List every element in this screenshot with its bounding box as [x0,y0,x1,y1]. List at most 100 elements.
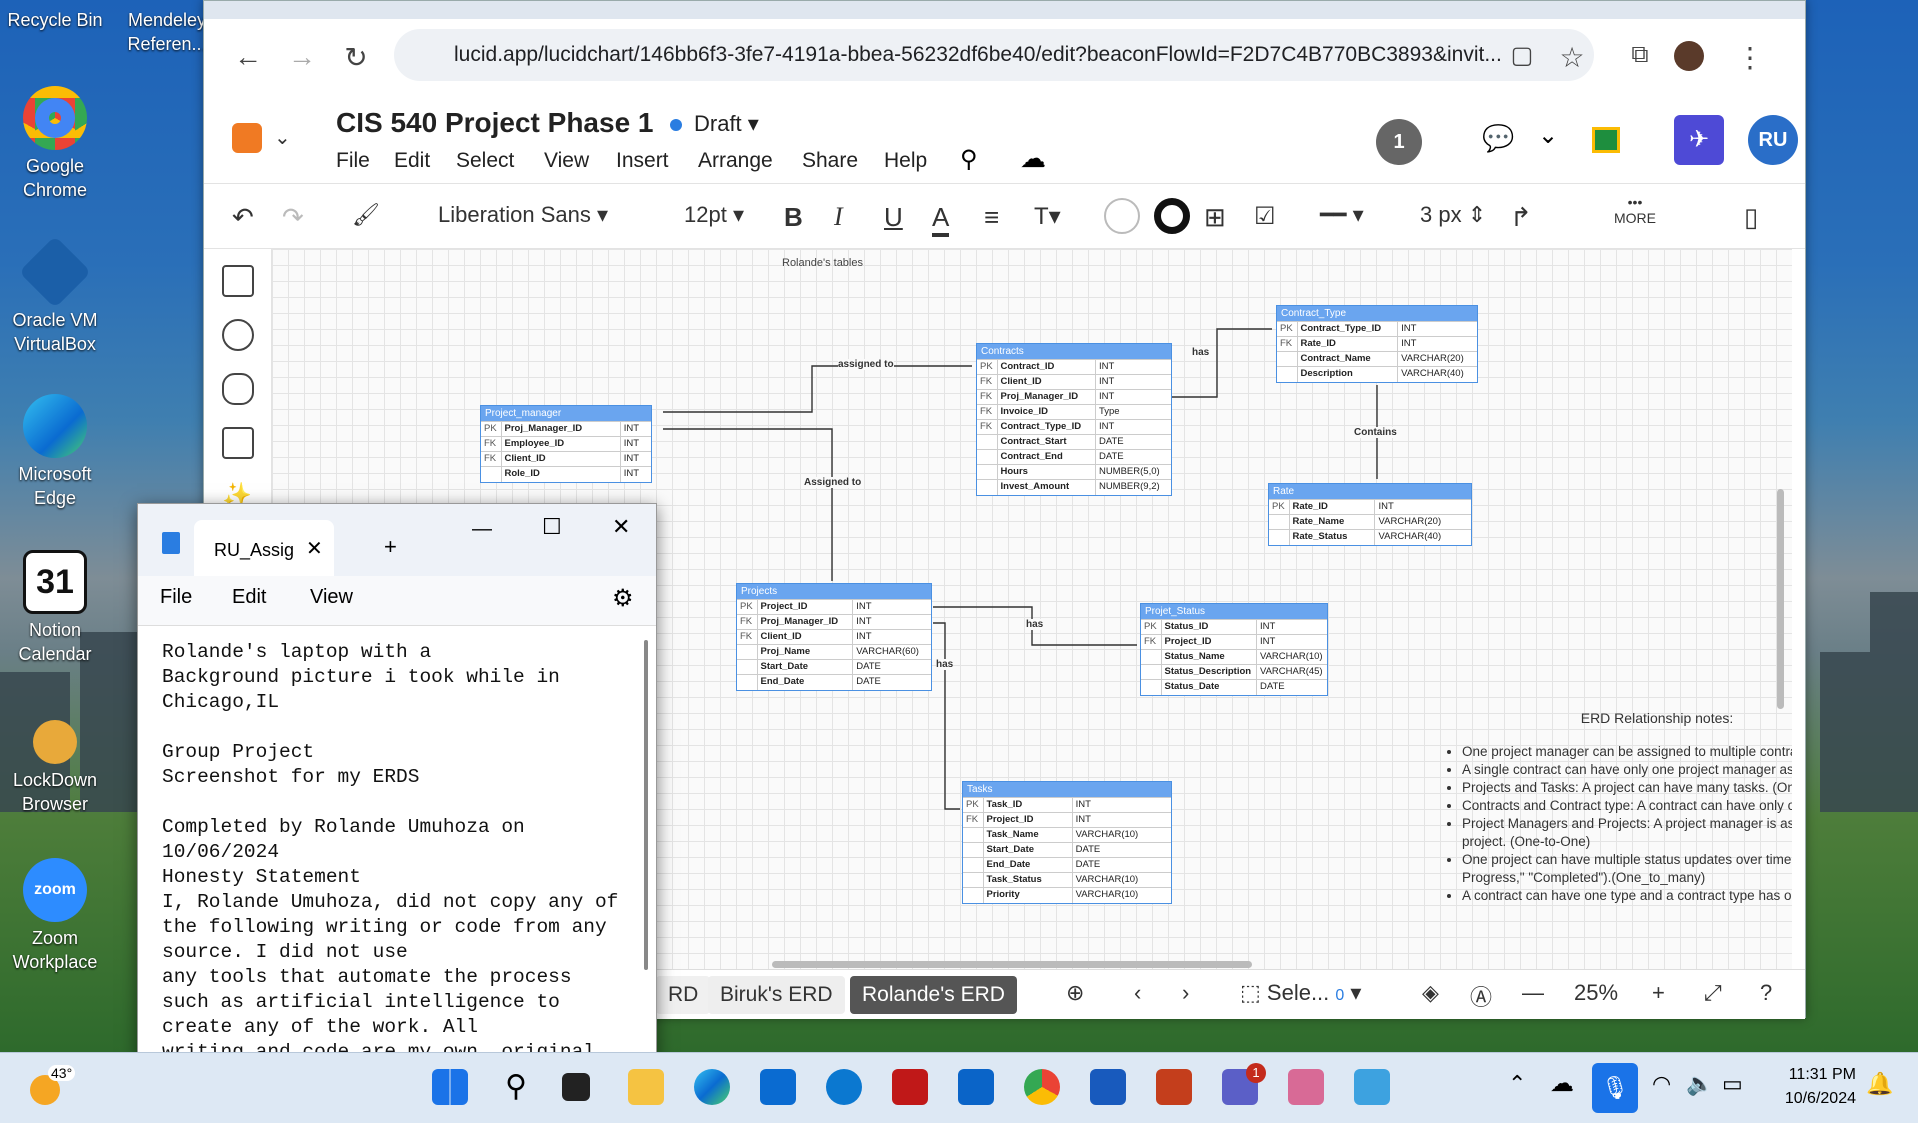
text-color-icon[interactable]: A [932,202,950,237]
erd-row[interactable]: PK Rate_ID INT [1269,499,1471,515]
next-page-icon[interactable]: › [1182,980,1189,1006]
layers-icon[interactable]: ◈ [1422,980,1439,1006]
erd-row[interactable]: Status_Description VARCHAR(45) [1141,664,1327,680]
zoom-in-icon[interactable]: + [1652,980,1665,1006]
erd-row[interactable]: FK Contract_Type_ID INT [977,419,1171,435]
erd-row[interactable]: FK Employee_ID INT [481,436,651,452]
theme-icon[interactable] [222,319,254,351]
weather-widget[interactable]: 43° [28,1065,88,1111]
erd-row[interactable]: Proj_Name VARCHAR(60) [737,644,931,660]
file-explorer-icon[interactable] [628,1069,664,1105]
accessibility-icon[interactable]: Ⓐ [1470,980,1492,1012]
menu-share[interactable]: Share [802,149,858,173]
erd-row[interactable]: Description VARCHAR(40) [1277,366,1477,382]
collaborator-count[interactable]: 1 [1376,119,1422,165]
erd-row[interactable]: Status_Name VARCHAR(10) [1141,649,1327,665]
erd-table-contract-type[interactable]: Contract_Type PK Contract_Type_ID INT FK Rate… [1276,305,1478,383]
erd-table-projects[interactable]: Projects PK Project_ID INT FK Proj_Manager_ID… [736,583,932,691]
prev-page-icon[interactable]: ‹ [1134,980,1141,1006]
underline-icon[interactable]: U [884,202,903,233]
desktop-icon-virtualbox[interactable]: Oracle VM VirtualBox [0,235,110,356]
erd-row[interactable]: FK Project_ID INT [963,812,1171,828]
erd-row[interactable]: FK Proj_Manager_ID INT [977,389,1171,405]
more-button[interactable]: ••• MORE [1614,194,1656,226]
font-size-select[interactable]: 12pt ▾ [684,202,744,228]
desktop-icon-recycle-bin[interactable]: Recycle Bin [0,8,110,32]
desktop-icon-chrome[interactable]: Google Chrome [0,86,110,202]
conditional-format-icon[interactable]: ☑ [1254,202,1276,231]
erd-row[interactable]: Status_Date DATE [1141,679,1327,695]
extensions-icon[interactable]: ⧉ [1622,41,1658,69]
reload-icon[interactable]: ↻ [338,41,374,74]
notepad-scrollbar[interactable] [644,640,648,970]
erd-row[interactable]: Start_Date DATE [737,659,931,675]
desktop-icon-edge[interactable]: Microsoft Edge [0,394,110,510]
search-icon[interactable]: ⚲ [498,1069,534,1105]
erd-table-projet-status[interactable]: Projet_Status PK Status_ID INT FK Project_ID I… [1140,603,1328,696]
start-icon[interactable] [432,1069,468,1105]
notepad-menu-file[interactable]: File [160,586,192,609]
erd-table-contracts[interactable]: Contracts PK Contract_ID INT FK Client_ID INT F… [976,343,1172,496]
erd-row[interactable]: Task_Name VARCHAR(10) [963,827,1171,843]
back-icon[interactable]: ← [230,41,266,73]
zoom-level[interactable]: 25% [1574,980,1618,1006]
erd-row[interactable]: Role_ID INT [481,466,651,482]
erd-row[interactable]: Start_Date DATE [963,842,1171,858]
word-icon[interactable] [1090,1069,1126,1105]
browser-tab-strip[interactable] [204,1,1805,19]
url-bar[interactable]: lucid.app/lucidchart/146bb6f3-3fe7-4191a… [394,29,1594,81]
present-button[interactable]: ✈ [1674,115,1724,165]
powerpoint-icon[interactable] [1156,1069,1192,1105]
italic-icon[interactable]: I [834,202,843,232]
minimize-icon[interactable]: — [472,518,492,541]
erd-row[interactable]: Contract_End DATE [977,449,1171,465]
line-width-select[interactable]: 3 px ⇕ [1420,202,1486,228]
erd-row[interactable]: End_Date DATE [963,857,1171,873]
line-style-select[interactable]: ━━ ▾ [1320,202,1364,228]
bookmark-star-icon[interactable]: ☆ [1554,41,1590,74]
desktop-icon-lockdown[interactable]: LockDown Browser [0,720,110,816]
page-tab-rolande-erd[interactable]: Rolande's ERD [850,976,1017,1014]
erd-row[interactable]: PK Proj_Manager_ID INT [481,421,651,437]
fullscreen-icon[interactable]: ⤢ [1704,980,1722,1006]
lucid-logo-icon[interactable] [232,123,262,153]
onedrive-icon[interactable]: ☁ [1550,1069,1574,1098]
classroom-icon[interactable] [1592,127,1620,153]
edge-taskbar-icon[interactable] [694,1069,730,1105]
outlook-icon[interactable] [958,1069,994,1105]
page-tab-rd[interactable]: RD [656,976,711,1014]
menu-select[interactable]: Select [456,149,514,173]
store-icon[interactable] [760,1069,796,1105]
redo-icon[interactable]: ↷ [282,202,304,233]
shapes-library-icon[interactable] [222,265,254,297]
draft-status[interactable]: Draft ▾ [694,111,759,137]
page-tab-biruk-erd[interactable]: Biruk's ERD [708,976,845,1014]
menu-insert[interactable]: Insert [616,149,669,173]
erd-row[interactable]: Task_Status VARCHAR(10) [963,872,1171,888]
erd-row[interactable]: Rate_Name VARCHAR(20) [1269,514,1471,530]
erd-row[interactable]: FK Rate_ID INT [1277,336,1477,352]
erd-row[interactable]: Priority VARCHAR(10) [963,887,1171,903]
microphone-icon[interactable]: 🎙 [1592,1063,1638,1113]
erd-row[interactable]: PK Contract_ID INT [977,359,1171,375]
erd-row[interactable]: PK Status_ID INT [1141,619,1327,635]
browser-menu-icon[interactable]: ⋮ [1732,41,1768,74]
erd-row[interactable]: PK Contract_Type_ID INT [1277,321,1477,337]
document-title[interactable]: CIS 540 Project Phase 1 [336,107,654,139]
menu-edit[interactable]: Edit [394,149,430,173]
horizontal-scrollbar[interactable] [772,961,1252,968]
settings-gear-icon[interactable]: ⚙ [612,584,634,613]
line-end-icon[interactable]: ↱ [1510,202,1532,233]
erd-row[interactable]: FK Client_ID INT [737,629,931,645]
vertical-scrollbar[interactable] [1777,489,1784,709]
shape-options-icon[interactable]: ⊞ [1204,202,1226,233]
erd-table-rate[interactable]: Rate PK Rate_ID INT Rate_Name VARCHAR(20) Rate… [1268,483,1472,546]
text-style-icon[interactable]: T▾ [1034,202,1061,231]
close-icon[interactable]: ✕ [612,514,630,540]
bold-icon[interactable]: B [784,202,803,233]
close-tab-icon[interactable]: ✕ [306,536,323,561]
fill-color-icon[interactable] [1104,198,1140,234]
format-painter-icon[interactable]: 🖌 [352,202,380,228]
show-hidden-icons[interactable]: ⌃ [1508,1071,1526,1097]
erd-row[interactable]: Contract_Start DATE [977,434,1171,450]
